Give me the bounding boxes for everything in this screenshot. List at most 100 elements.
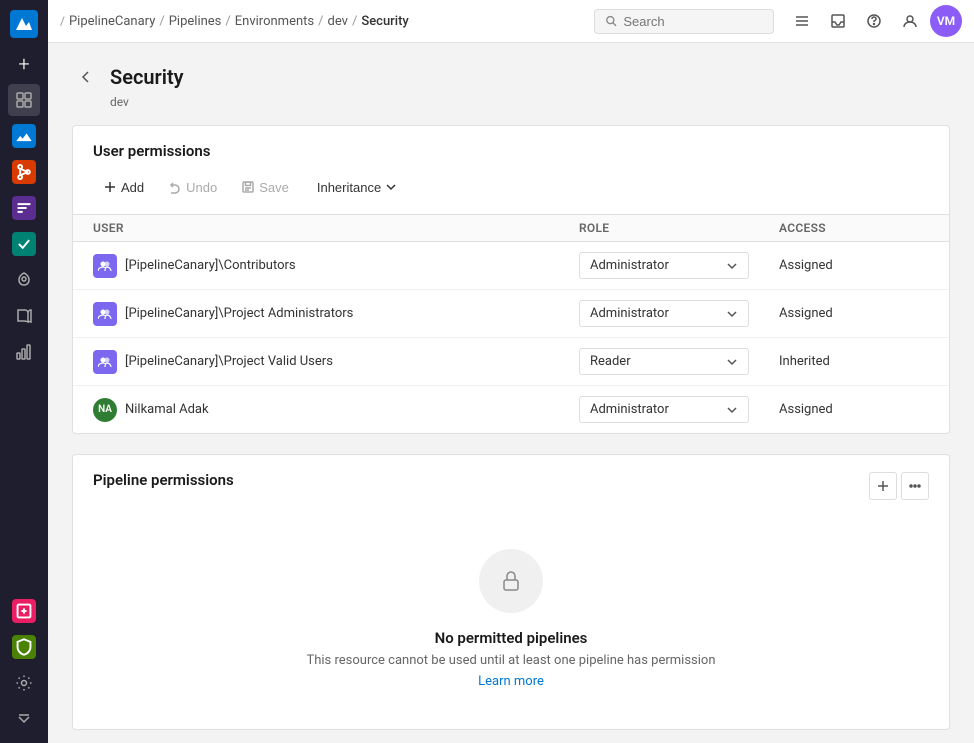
- inheritance-label: Inheritance: [317, 180, 381, 195]
- dropdown-icon: [726, 308, 738, 320]
- undo-button[interactable]: Undo: [158, 172, 227, 202]
- sidebar-item-boards[interactable]: [8, 84, 40, 116]
- undo-label: Undo: [186, 180, 217, 195]
- inbox-button[interactable]: [822, 5, 854, 37]
- sidebar-item-rocket[interactable]: [8, 264, 40, 296]
- user-name: Nilkamal Adak: [125, 402, 209, 417]
- role-select[interactable]: Administrator: [579, 396, 749, 423]
- add-pipeline-button[interactable]: [869, 472, 897, 500]
- table-row: [PipelineCanary]\Project Administrators …: [73, 290, 949, 338]
- sidebar-item-analytics[interactable]: [8, 336, 40, 368]
- dropdown-icon: [726, 404, 738, 416]
- help-button[interactable]: [858, 5, 890, 37]
- breadcrumb-environments[interactable]: Environments: [235, 14, 314, 29]
- sidebar: +: [0, 0, 48, 743]
- user-permissions-card: User permissions Add Undo: [72, 125, 950, 434]
- sidebar-item-settings[interactable]: [8, 667, 40, 699]
- save-label: Save: [259, 180, 289, 195]
- avatar: [93, 302, 117, 326]
- sidebar-item-expand[interactable]: [8, 703, 40, 735]
- col-user: User: [93, 221, 579, 235]
- add-icon: [103, 180, 117, 194]
- access-cell: Assigned: [779, 402, 929, 417]
- search-icon: [605, 14, 617, 28]
- role-select[interactable]: Administrator: [579, 300, 749, 327]
- user-name: [PipelineCanary]\Project Valid Users: [125, 354, 333, 369]
- empty-description: This resource cannot be used until at le…: [306, 653, 715, 668]
- lock-icon: [499, 569, 523, 593]
- pipeline-actions: [869, 472, 929, 500]
- table-header: User Role Access: [73, 214, 949, 242]
- toolbar: Add Undo: [93, 172, 929, 202]
- avatar: [93, 350, 117, 374]
- breadcrumb-pipelinecanary[interactable]: PipelineCanary: [69, 14, 155, 29]
- search-bar[interactable]: [594, 9, 774, 34]
- empty-state: No permitted pipelines This resource can…: [73, 517, 949, 729]
- user-avatar[interactable]: VM: [930, 5, 962, 37]
- sidebar-item-pink[interactable]: [8, 595, 40, 627]
- sidebar-item-green-security[interactable]: [8, 631, 40, 663]
- topnav-actions: VM: [786, 5, 962, 37]
- user-permissions-title: User permissions: [93, 142, 929, 160]
- save-icon: [241, 180, 255, 194]
- user-cell: NA Nilkamal Adak: [93, 398, 579, 422]
- dropdown-icon: [726, 356, 738, 368]
- page-title: Security: [110, 65, 184, 89]
- page-subtitle: dev: [110, 95, 950, 109]
- user-cell: [PipelineCanary]\Project Administrators: [93, 302, 579, 326]
- sidebar-add-button[interactable]: +: [8, 48, 40, 80]
- search-input[interactable]: [623, 14, 763, 29]
- empty-title: No permitted pipelines: [435, 629, 588, 647]
- user-name: [PipelineCanary]\Contributors: [125, 258, 296, 273]
- list-view-button[interactable]: [786, 5, 818, 37]
- pipeline-permissions-title: Pipeline permissions: [93, 471, 234, 489]
- back-button[interactable]: [72, 63, 100, 91]
- access-cell: Assigned: [779, 306, 929, 321]
- undo-icon: [168, 180, 182, 194]
- breadcrumb-security: Security: [361, 14, 408, 29]
- dropdown-icon: [726, 260, 738, 272]
- user-cell: [PipelineCanary]\Project Valid Users: [93, 350, 579, 374]
- user-permissions-table: User Role Access: [73, 214, 949, 433]
- sidebar-item-book[interactable]: [8, 300, 40, 332]
- pipeline-permissions-header: Pipeline permissions: [73, 455, 949, 517]
- table-row: [PipelineCanary]\Contributors Administra…: [73, 242, 949, 290]
- col-role: Role: [579, 221, 779, 235]
- plus-icon: [876, 479, 890, 493]
- lock-icon-container: [479, 549, 543, 613]
- sidebar-item-pipelines[interactable]: [8, 192, 40, 224]
- add-label: Add: [121, 180, 144, 195]
- sidebar-item-repos[interactable]: [8, 156, 40, 188]
- table-row: [PipelineCanary]\Project Valid Users Rea…: [73, 338, 949, 386]
- app-logo[interactable]: [8, 8, 40, 40]
- avatar: NA: [93, 398, 117, 422]
- breadcrumb-dev[interactable]: dev: [328, 14, 348, 29]
- breadcrumb-pipelines[interactable]: Pipelines: [169, 14, 222, 29]
- user-name: [PipelineCanary]\Project Administrators: [125, 306, 353, 321]
- breadcrumb-sep: /: [60, 14, 65, 28]
- role-select[interactable]: Administrator: [579, 252, 749, 279]
- add-button[interactable]: Add: [93, 172, 154, 202]
- sidebar-item-testplans[interactable]: [8, 228, 40, 260]
- page-header: Security: [72, 63, 950, 91]
- user-cell: [PipelineCanary]\Contributors: [93, 254, 579, 278]
- learn-more-link[interactable]: Learn more: [478, 674, 544, 689]
- pipeline-permissions-card: Pipeline permissions: [72, 454, 950, 730]
- table-row: NA Nilkamal Adak Administrator Assigned: [73, 386, 949, 433]
- role-select[interactable]: Reader: [579, 348, 749, 375]
- more-options-button[interactable]: [901, 472, 929, 500]
- avatar: [93, 254, 117, 278]
- col-access: Access: [779, 221, 929, 235]
- account-button[interactable]: [894, 5, 926, 37]
- user-permissions-header: User permissions Add Undo: [73, 126, 949, 214]
- inheritance-button[interactable]: Inheritance: [307, 172, 407, 202]
- chevron-down-icon: [385, 181, 397, 193]
- more-icon: [908, 479, 922, 493]
- sidebar-item-image[interactable]: [8, 120, 40, 152]
- main-wrapper: / PipelineCanary / Pipelines / Environme…: [48, 0, 974, 743]
- save-button[interactable]: Save: [231, 172, 299, 202]
- access-cell: Inherited: [779, 354, 929, 369]
- page-content: Security dev User permissions Add: [48, 43, 974, 743]
- top-navigation: / PipelineCanary / Pipelines / Environme…: [48, 0, 974, 43]
- access-cell: Assigned: [779, 258, 929, 273]
